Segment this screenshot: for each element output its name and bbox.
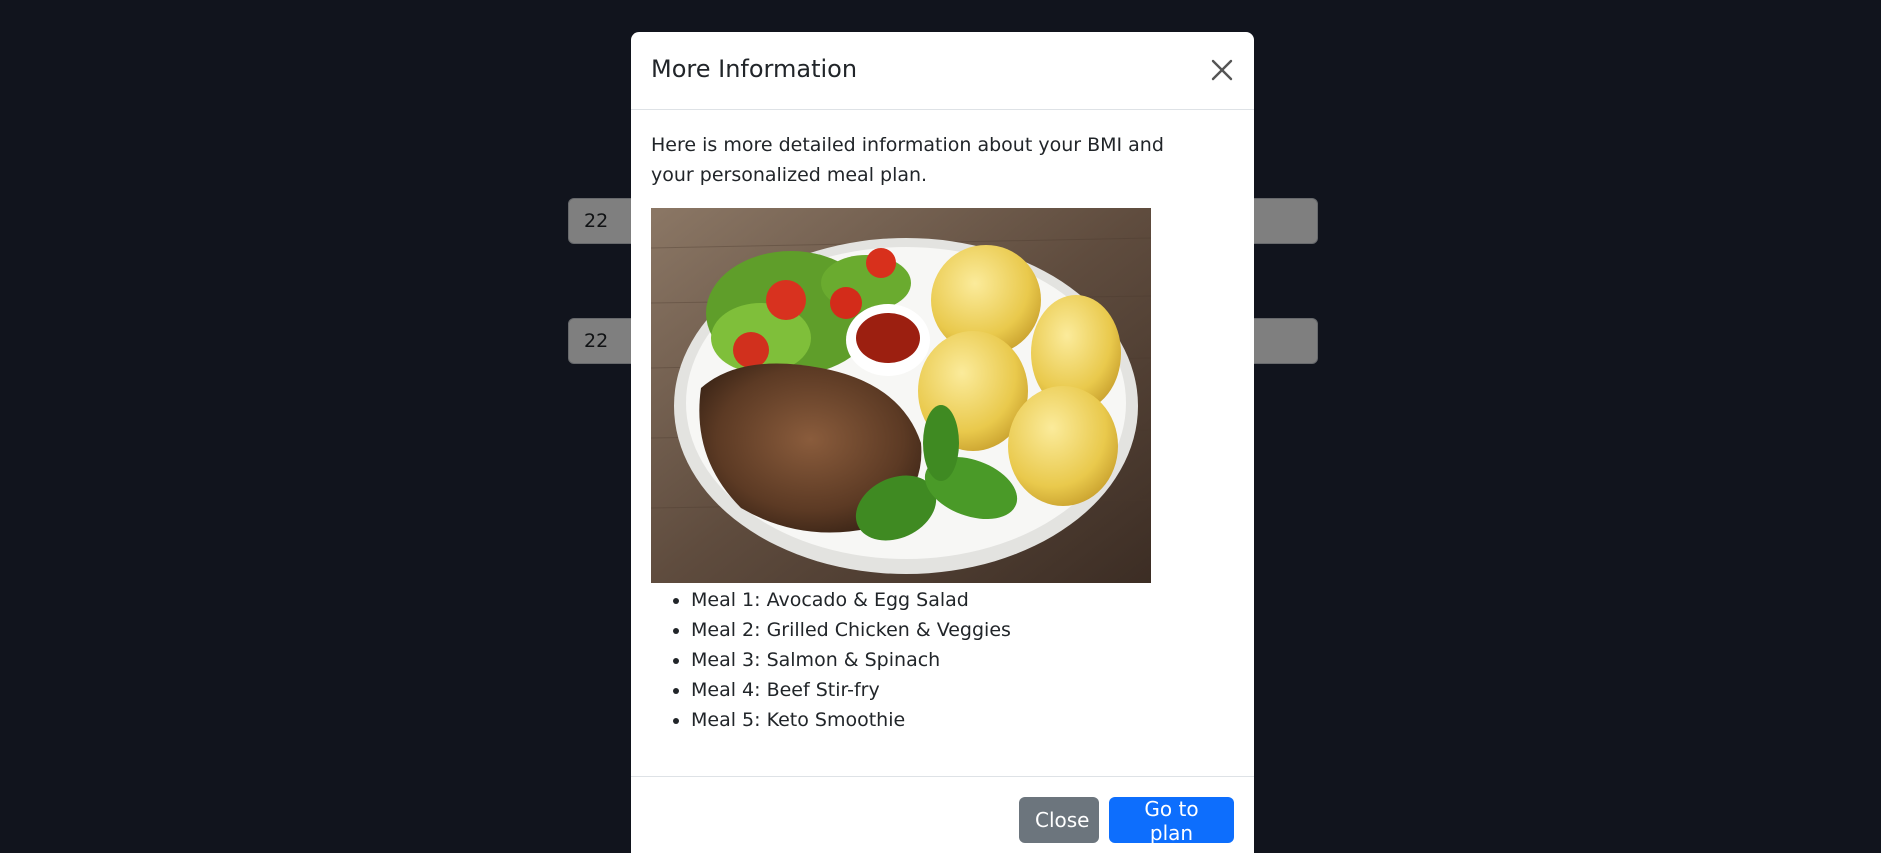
go-to-plan-button[interactable]: Go to plan: [1109, 797, 1234, 845]
modal-body: Here is more detailed information about …: [631, 110, 1254, 735]
close-button[interactable]: Close: [1019, 797, 1099, 843]
meal-list-item: Meal 2: Grilled Chicken & Veggies: [691, 615, 1234, 645]
meal-list-item: Meal 1: Avocado & Egg Salad: [691, 585, 1234, 615]
meal-list-item: Meal 5: Keto Smoothie: [691, 705, 1234, 735]
modal-title: More Information: [651, 55, 858, 83]
close-icon[interactable]: [1206, 54, 1238, 86]
more-information-modal: More Information Here is more detailed i…: [631, 32, 1254, 853]
meal-list-item: Meal 4: Beef Stir-fry: [691, 675, 1234, 705]
meal-plate-image: [651, 208, 1151, 583]
meal-list-item: Meal 3: Salmon & Spinach: [691, 645, 1234, 675]
modal-description: Here is more detailed information about …: [651, 134, 1164, 186]
meal-list: Meal 1: Avocado & Egg Salad Meal 2: Gril…: [651, 585, 1234, 735]
modal-header: More Information: [631, 32, 1254, 110]
modal-footer: Close Go to plan: [631, 776, 1254, 853]
